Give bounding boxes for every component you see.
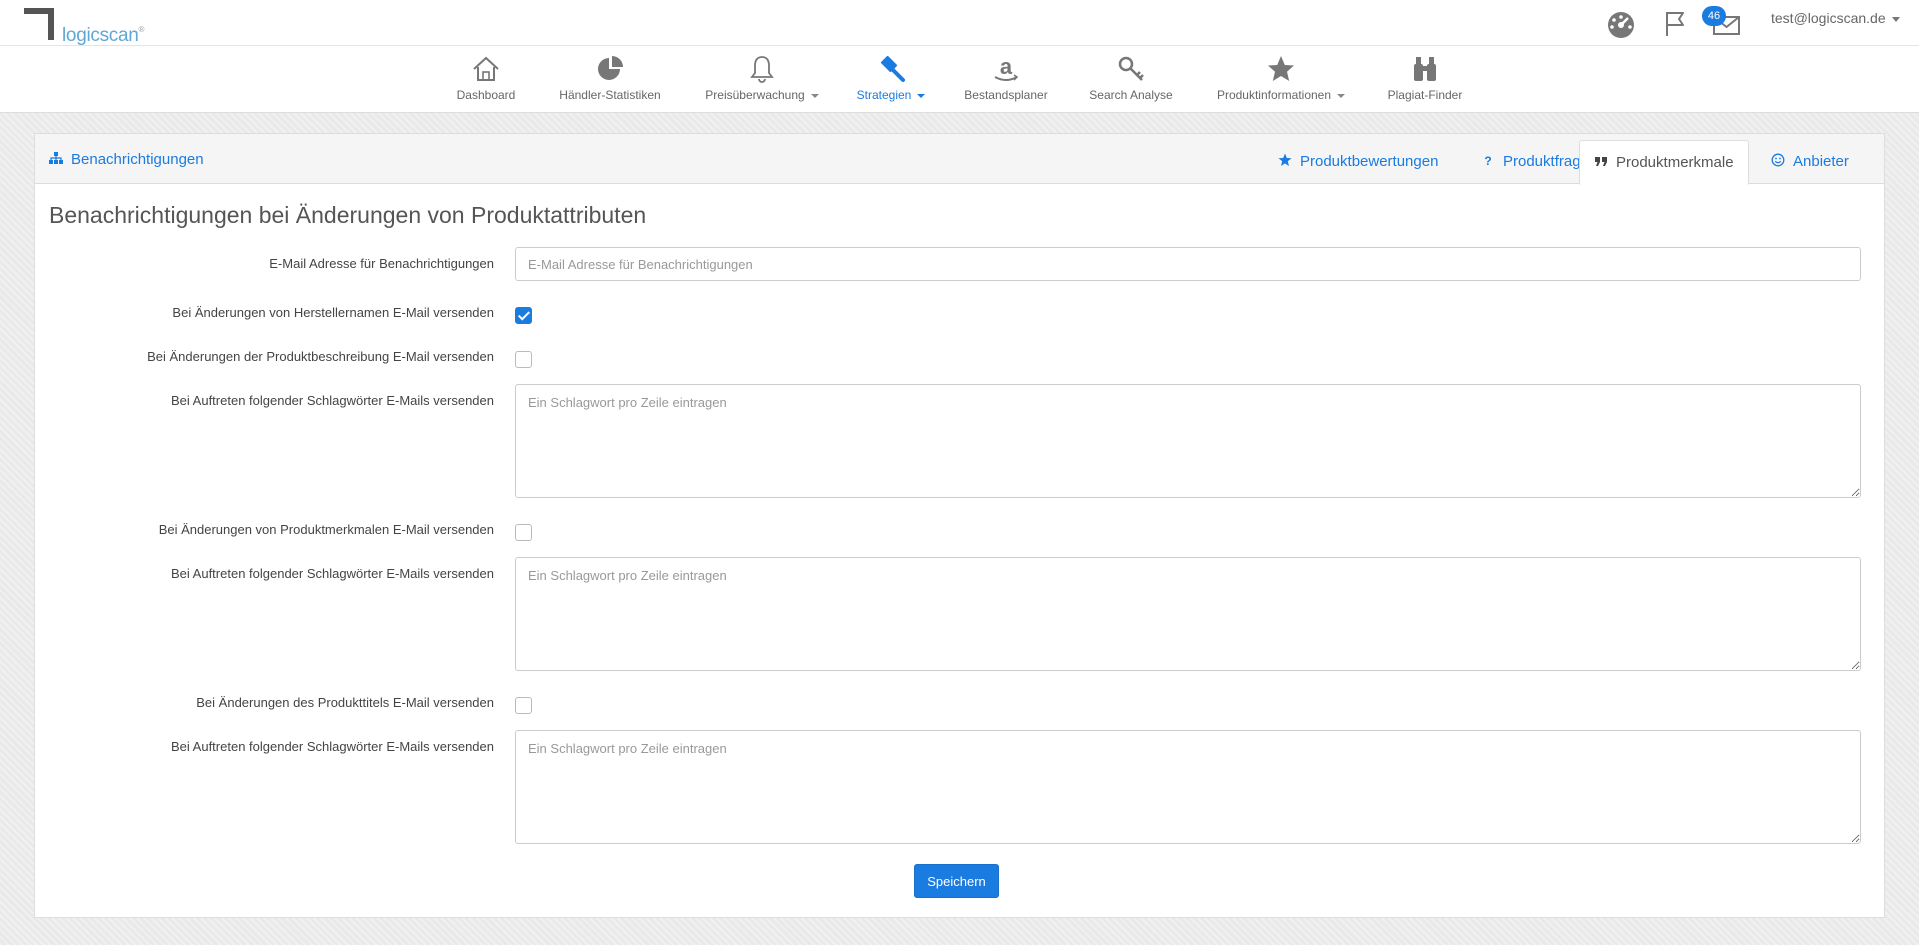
nav-item-haendler-statistiken[interactable]: Händler-Statistiken — [552, 54, 668, 110]
smiley-icon — [1771, 153, 1785, 167]
features-change-label: Bei Änderungen von Produktmerkmalen E-Ma… — [158, 522, 494, 537]
manufacturer-change-checkbox[interactable] — [515, 307, 532, 324]
pie-chart-icon — [598, 56, 623, 80]
email-label: E-Mail Adresse für Benachrichtigungen — [269, 256, 494, 271]
user-menu[interactable]: test@logicscan.de — [1771, 10, 1900, 26]
flag-icon[interactable] — [1659, 8, 1691, 40]
main-nav: Dashboard Händler-Statistiken Preisüberw… — [0, 46, 1919, 113]
chevron-down-icon — [1891, 16, 1900, 22]
panel-header: Benachrichtigungen Produktbewertungen ? P… — [35, 134, 1884, 185]
features-change-checkbox[interactable] — [515, 524, 532, 541]
nav-item-dashboard[interactable]: Dashboard — [447, 54, 525, 110]
dashboard-gauge-icon[interactable] — [1605, 8, 1637, 40]
manufacturer-change-label: Bei Änderungen von Herstellernamen E-Mai… — [172, 305, 494, 320]
tab-produktbewertungen[interactable]: Produktbewertungen — [1264, 140, 1452, 184]
question-icon: ? — [1484, 154, 1491, 167]
nav-item-preisueberwachung[interactable]: Preisüberwachung — [702, 54, 822, 110]
nav-item-bestandsplaner[interactable]: a Bestandsplaner — [962, 54, 1050, 110]
binoculars-icon — [1414, 57, 1436, 81]
keywords-label-2: Bei Auftreten folgender Schlagwörter E-M… — [170, 566, 494, 581]
bell-icon — [750, 56, 774, 83]
quote-icon — [1595, 157, 1607, 166]
tab-anbieter[interactable]: Anbieter — [1757, 140, 1863, 184]
star-icon — [1278, 153, 1292, 166]
keywords-label-3: Bei Auftreten folgender Schlagwörter E-M… — [170, 739, 494, 754]
logo[interactable]: logicscan® — [22, 6, 152, 46]
amazon-icon: a — [994, 54, 1019, 81]
user-email: test@logicscan.de — [1771, 10, 1886, 26]
top-bar: logicscan® 46 test@logicscan.de — [0, 0, 1919, 46]
section-title: Benachrichtigungen bei Änderungen von Pr… — [49, 202, 647, 228]
nav-item-strategien[interactable]: Strategien — [854, 54, 928, 110]
keywords-label-1: Bei Auftreten folgender Schlagwörter E-M… — [170, 393, 494, 408]
keywords-textarea-3[interactable] — [515, 730, 1861, 844]
tab-produktmerkmale[interactable]: Produktmerkmale — [1579, 140, 1749, 185]
nav-item-plagiat-finder[interactable]: Plagiat-Finder — [1384, 54, 1466, 110]
nav-item-produktinformationen[interactable]: Produktinformationen — [1213, 54, 1349, 110]
svg-text:a: a — [1000, 54, 1013, 79]
chevron-down-icon — [917, 93, 926, 98]
email-field[interactable] — [515, 247, 1861, 281]
notification-badge: 46 — [1702, 6, 1726, 26]
description-change-checkbox[interactable] — [515, 351, 532, 368]
panel-header-title[interactable]: Benachrichtigungen — [49, 151, 204, 168]
keywords-textarea-1[interactable] — [515, 384, 1861, 498]
gavel-icon — [880, 55, 905, 82]
nav-item-search-analyse[interactable]: Search Analyse — [1088, 54, 1174, 110]
title-change-checkbox[interactable] — [515, 697, 532, 714]
description-change-label: Bei Änderungen der Produktbeschreibung E… — [147, 349, 494, 364]
svg-text:?: ? — [1484, 154, 1491, 167]
star-icon — [1268, 56, 1294, 81]
home-icon — [473, 56, 499, 81]
logo-text: logicscan® — [62, 25, 145, 46]
chevron-down-icon — [1337, 93, 1346, 98]
keywords-textarea-2[interactable] — [515, 557, 1861, 671]
title-change-label: Bei Änderungen des Produkttitels E-Mail … — [196, 695, 494, 710]
notifications-panel: Benachrichtigungen Produktbewertungen ? P… — [34, 133, 1885, 918]
sitemap-icon — [49, 152, 63, 164]
chevron-down-icon — [810, 93, 819, 98]
logo-mark-icon — [24, 8, 54, 40]
save-button[interactable]: Speichern — [914, 864, 999, 898]
key-icon — [1118, 56, 1144, 81]
